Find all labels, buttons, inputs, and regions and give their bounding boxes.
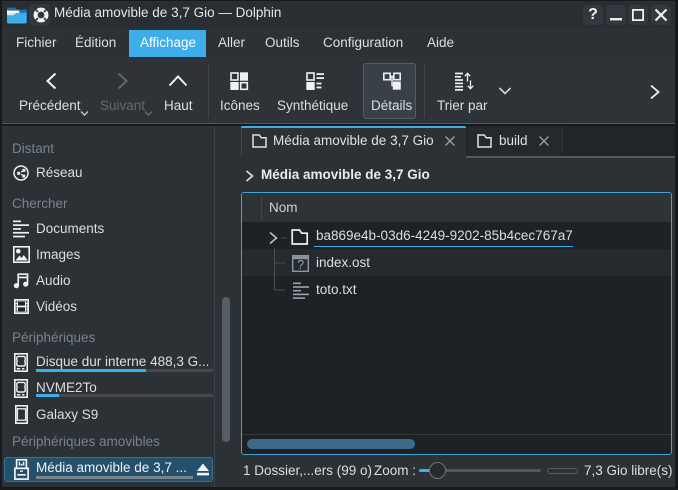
svg-text:?: ?	[297, 258, 304, 272]
